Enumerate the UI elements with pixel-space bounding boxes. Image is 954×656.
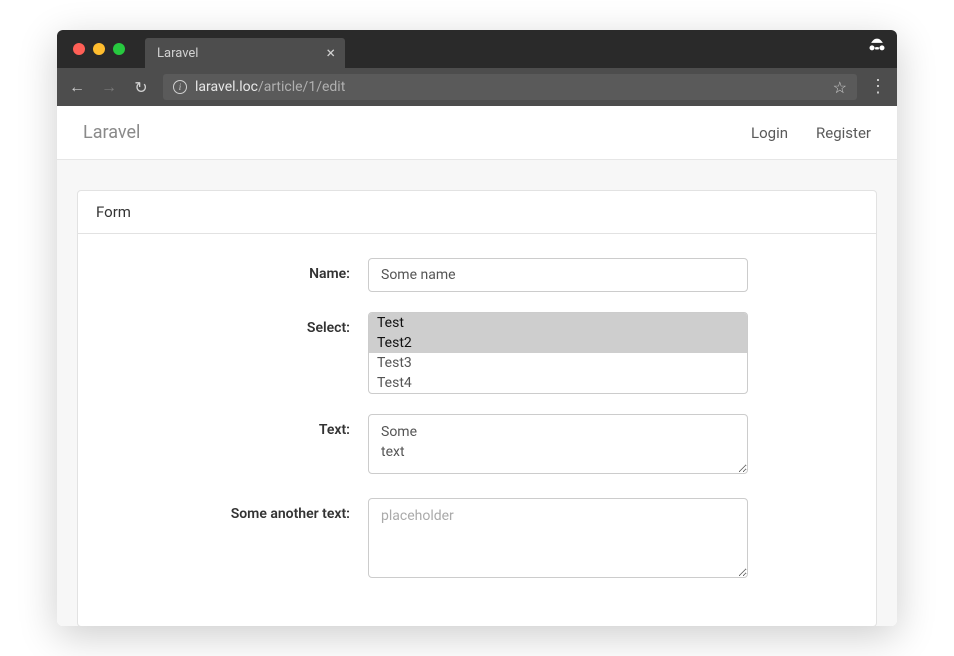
browser-menu-button[interactable]: ⋮ [869, 78, 887, 96]
login-link[interactable]: Login [751, 124, 788, 142]
text-input[interactable] [368, 414, 748, 474]
form-row-another-text: Some another text: [108, 498, 846, 582]
name-input[interactable] [368, 258, 748, 292]
nav-bar: ← → ↻ i laravel.loc/article/1/edit ☆ ⋮ [57, 68, 897, 106]
text-label: Text: [108, 414, 368, 438]
page-content: Laravel Login Register Form Name: S [57, 106, 897, 626]
close-tab-icon[interactable]: × [326, 45, 335, 61]
brand[interactable]: Laravel [83, 122, 140, 143]
url-text: laravel.loc/article/1/edit [195, 79, 825, 95]
maximize-window-button[interactable] [113, 43, 125, 55]
site-info-icon[interactable]: i [173, 80, 187, 94]
another-text-input[interactable] [368, 498, 748, 578]
form-row-select: Select: TestTest2Test3Test4 [108, 312, 846, 394]
browser-tab[interactable]: Laravel × [145, 38, 345, 68]
form-row-text: Text: [108, 414, 846, 478]
name-label: Name: [108, 258, 368, 282]
traffic-lights [73, 43, 125, 55]
register-link[interactable]: Register [816, 124, 871, 142]
app-navbar: Laravel Login Register [57, 106, 897, 160]
select-option[interactable]: Test4 [369, 373, 747, 393]
browser-window: Laravel × ← → ↻ i laravel.loc/article/1/… [57, 30, 897, 626]
back-button[interactable]: ← [67, 77, 87, 97]
incognito-icon [867, 37, 887, 61]
address-bar[interactable]: i laravel.loc/article/1/edit ☆ [163, 74, 857, 100]
select-option[interactable]: Test3 [369, 353, 747, 373]
panel-body: Name: Select: TestTest2Test3Test4 Text: [78, 234, 876, 626]
main-container: Form Name: Select: TestTest2Test3Test4 [57, 160, 897, 626]
form-panel: Form Name: Select: TestTest2Test3Test4 [77, 190, 877, 626]
form-row-name: Name: [108, 258, 846, 292]
minimize-window-button[interactable] [93, 43, 105, 55]
panel-title: Form [78, 191, 876, 234]
select-option[interactable]: Test2 [369, 333, 747, 353]
tab-bar: Laravel × [57, 30, 897, 68]
select-label: Select: [108, 312, 368, 336]
close-window-button[interactable] [73, 43, 85, 55]
select-input[interactable]: TestTest2Test3Test4 [368, 312, 748, 394]
forward-button[interactable]: → [99, 77, 119, 97]
tab-title: Laravel [157, 46, 198, 61]
bookmark-icon[interactable]: ☆ [833, 78, 847, 97]
reload-button[interactable]: ↻ [131, 78, 151, 97]
another-text-label: Some another text: [108, 498, 368, 522]
select-option[interactable]: Test [369, 313, 747, 333]
chrome-top: Laravel × ← → ↻ i laravel.loc/article/1/… [57, 30, 897, 106]
nav-links: Login Register [751, 124, 871, 142]
